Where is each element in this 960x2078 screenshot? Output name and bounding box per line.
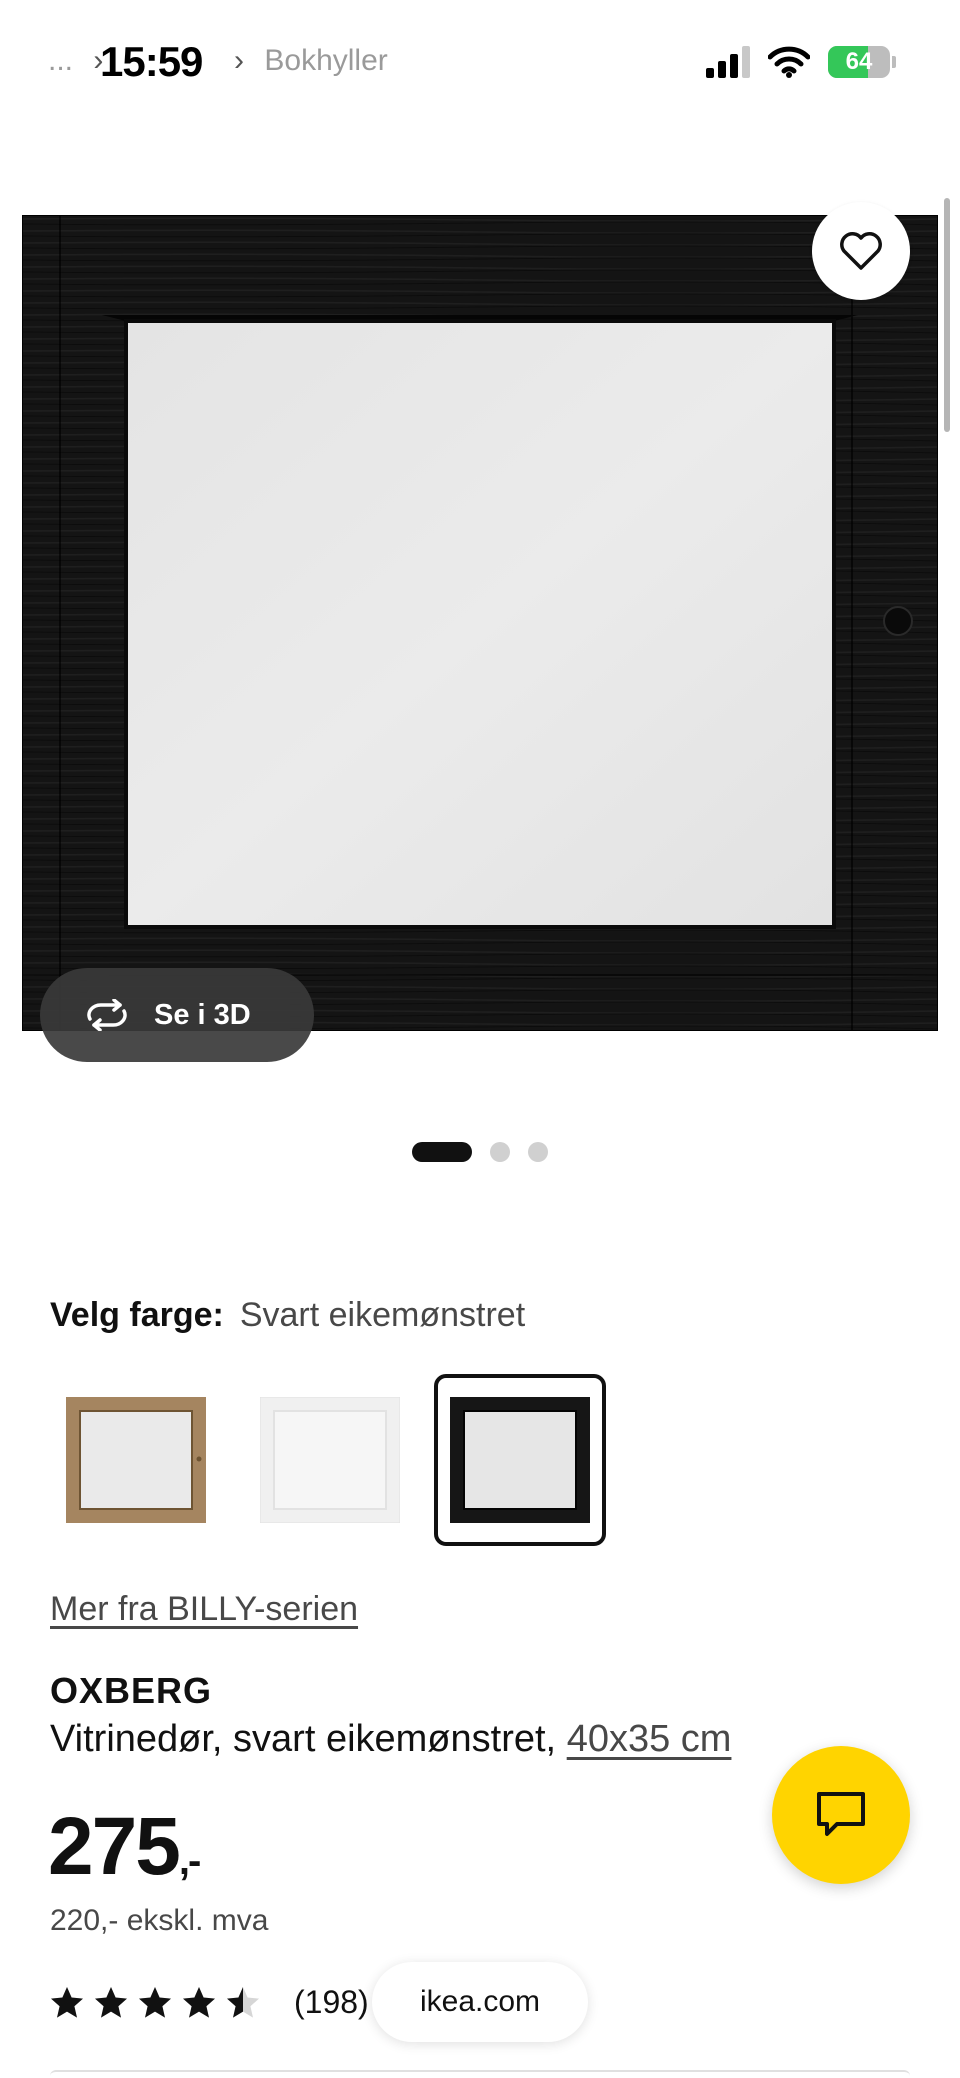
favorite-button[interactable]: [812, 202, 910, 300]
star-icon: [51, 1986, 83, 2018]
product-page: ... › › Bokhyller 15:59 64 Se i 3D Velg …: [0, 0, 960, 2078]
selected-color: Svart eikemønstret: [239, 1296, 526, 1334]
pagination-dot[interactable]: [528, 1142, 548, 1162]
swatch-oak[interactable]: [50, 1374, 222, 1546]
star-icon: [95, 1986, 127, 2018]
browser-url-bar[interactable]: ikea.com: [372, 1962, 588, 2042]
color-label: Velg farge:: [50, 1296, 224, 1334]
product-name: OXBERG: [50, 1670, 213, 1711]
price-suffix: ,-: [178, 1839, 201, 1883]
swatch-oak-image: [66, 1397, 206, 1523]
star-icon: [183, 1986, 215, 2018]
heart-icon: [840, 232, 882, 270]
price-value: 275: [48, 1801, 181, 1892]
star-icon: [227, 1986, 259, 2018]
product-description: Vitrinedør, svart eikemønstret, 40x35 cm: [50, 1718, 731, 1761]
breadcrumb-current[interactable]: Bokhyller: [264, 44, 387, 78]
battery-level: 64: [845, 48, 873, 75]
battery-tip: [892, 56, 896, 68]
pagination-dot[interactable]: [490, 1142, 510, 1162]
swatch-white[interactable]: [244, 1374, 416, 1546]
star-icon: [139, 1986, 171, 2018]
gallery-pagination[interactable]: [0, 1140, 960, 1164]
breadcrumb-separator: ›: [234, 44, 245, 77]
view-3d-label: Se i 3D: [154, 998, 251, 1031]
price: 275,-: [48, 1800, 201, 1894]
rating[interactable]: (198): [50, 1980, 369, 2024]
breadcrumb-ellipsis[interactable]: ...: [48, 44, 73, 78]
color-selector-heading: Velg farge: Svart eikemønstret: [50, 1296, 525, 1335]
status-bar: ... › › Bokhyller 15:59 64: [0, 0, 960, 130]
product-description-text: Vitrinedør, svart eikemønstret,: [50, 1718, 557, 1760]
series-link[interactable]: Mer fra BILLY-serien: [50, 1590, 358, 1629]
scrollbar[interactable]: [944, 198, 950, 432]
price-ex-vat: 220,- ekskl. mva: [50, 1904, 269, 1937]
rotate-3d-icon: [87, 999, 127, 1031]
status-time: 15:59: [100, 38, 203, 85]
pagination-dot[interactable]: [412, 1142, 472, 1162]
product-image[interactable]: [22, 215, 938, 1031]
chat-icon: [817, 1792, 865, 1836]
swatch-white-image: [260, 1397, 400, 1523]
swatch-black-oak-image: [450, 1397, 590, 1523]
product-gallery[interactable]: Se i 3D: [0, 150, 960, 1070]
chat-button[interactable]: [772, 1746, 910, 1884]
wifi-icon: [768, 46, 810, 78]
swatch-black-oak[interactable]: [434, 1374, 606, 1546]
rating-stars: [50, 1986, 260, 2019]
size-link[interactable]: 40x35 cm: [567, 1718, 732, 1760]
breadcrumb[interactable]: ... › › Bokhyller: [48, 44, 388, 78]
signal-icon: [706, 46, 750, 78]
view-3d-button[interactable]: Se i 3D: [40, 968, 314, 1062]
bottom-sheet-edge: [50, 2070, 910, 2078]
battery-icon: 64: [828, 46, 890, 78]
system-icons: 64: [706, 44, 896, 80]
review-count[interactable]: (198): [294, 1984, 369, 2021]
